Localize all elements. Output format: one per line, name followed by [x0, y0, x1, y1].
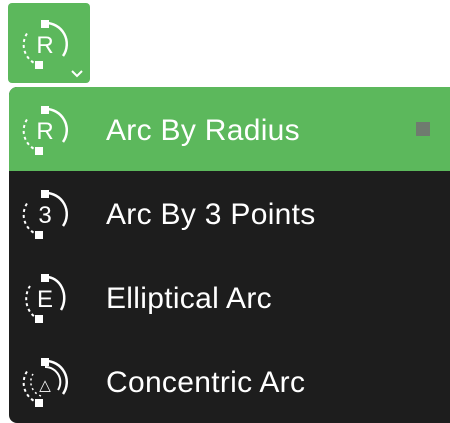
arc-tool-button[interactable]: R — [8, 3, 90, 83]
square-icon — [416, 122, 430, 136]
menu-item-elliptical-arc[interactable]: E Elliptical Arc — [9, 255, 450, 339]
arc-type-menu: R Arc By Radius 3 Arc By 3 Points E Elli… — [9, 87, 450, 423]
menu-item-glyph: R — [36, 118, 53, 145]
menu-item-arc-by-3-points[interactable]: 3 Arc By 3 Points — [9, 171, 450, 255]
menu-item-arc-by-radius[interactable]: R Arc By Radius — [9, 87, 450, 171]
arc-3-points-icon: 3 — [22, 190, 68, 239]
arc-tool-panel: R R Arc By Radius 3 Arc By 3 Points E El… — [0, 0, 450, 423]
menu-item-glyph: △ — [39, 376, 51, 394]
menu-item-label: Arc By 3 Points — [106, 198, 316, 231]
arc-radius-icon: R — [22, 20, 68, 69]
tool-button-glyph: R — [36, 32, 53, 59]
menu-item-glyph: 3 — [38, 202, 51, 229]
concentric-arc-icon: △ — [22, 358, 68, 407]
menu-item-label: Concentric Arc — [106, 366, 306, 399]
menu-item-concentric-arc[interactable]: △ Concentric Arc — [9, 339, 450, 423]
arc-radius-icon: R — [22, 106, 68, 155]
menu-item-label: Elliptical Arc — [106, 282, 272, 315]
menu-item-glyph: E — [37, 286, 53, 313]
elliptical-arc-icon: E — [25, 274, 66, 323]
menu-item-label: Arc By Radius — [106, 114, 300, 147]
chevron-down-icon — [71, 70, 83, 78]
